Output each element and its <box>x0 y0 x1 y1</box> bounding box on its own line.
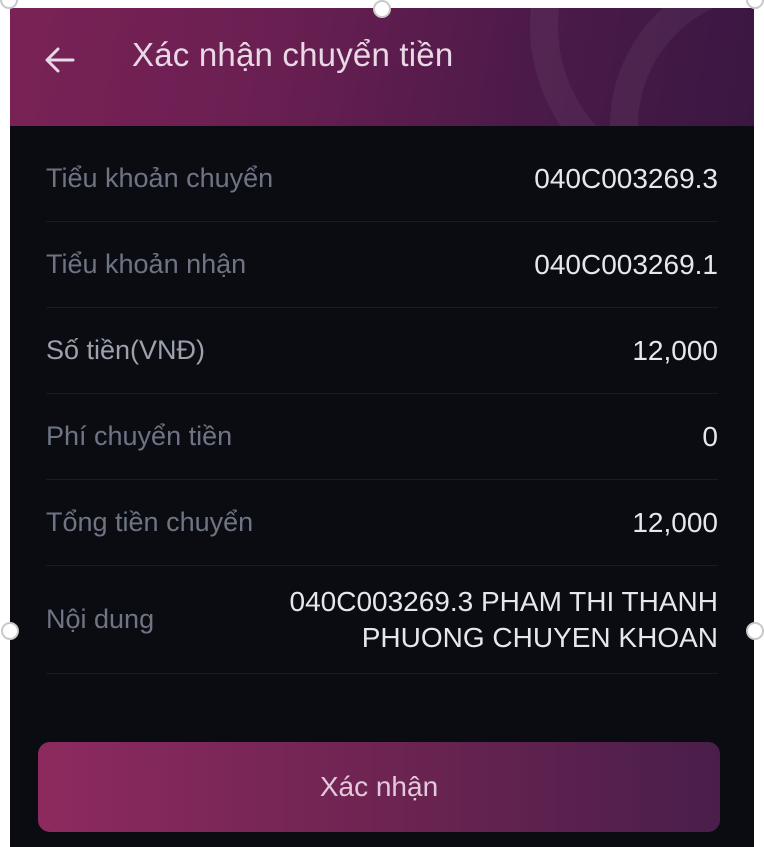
detail-row-fee: Phí chuyển tiền 0 <box>46 394 718 480</box>
detail-value: 0 <box>702 420 718 452</box>
detail-value: 040C003269.1 <box>534 248 718 280</box>
resize-handle-right[interactable] <box>746 622 764 640</box>
detail-value: 12,000 <box>632 506 718 538</box>
page-title: Xác nhận chuyển tiền <box>132 36 454 73</box>
resize-handle-left[interactable] <box>1 622 19 640</box>
confirm-button[interactable]: Xác nhận <box>38 742 720 832</box>
transfer-details: Tiểu khoản chuyển 040C003269.3 Tiểu khoả… <box>46 136 718 674</box>
back-button[interactable] <box>32 32 88 88</box>
arrow-left-icon <box>45 47 75 73</box>
detail-label: Tổng tiền chuyển <box>46 507 254 537</box>
resize-handle-top[interactable] <box>373 0 391 18</box>
detail-label: Số tiền(VNĐ) <box>46 335 206 365</box>
detail-label: Phí chuyển tiền <box>46 421 233 451</box>
detail-value: 040C003269.3 <box>534 162 718 194</box>
detail-label: Nội dung <box>46 604 155 634</box>
detail-row-source-account: Tiểu khoản chuyển 040C003269.3 <box>46 136 718 222</box>
detail-row-amount: Số tiền(VNĐ) 12,000 <box>46 308 718 394</box>
detail-row-target-account: Tiểu khoản nhận 040C003269.1 <box>46 222 718 308</box>
detail-label: Tiểu khoản nhận <box>46 249 247 279</box>
detail-label: Tiểu khoản chuyển <box>46 163 274 193</box>
detail-row-content: Nội dung 040C003269.3 PHAM THI THANH PHU… <box>46 566 718 674</box>
detail-row-total: Tổng tiền chuyển 12,000 <box>46 480 718 566</box>
detail-value: 040C003269.3 PHAM THI THANH PHUONG CHUYE… <box>289 585 719 653</box>
detail-value: 12,000 <box>632 334 718 366</box>
app-header: Xác nhận chuyển tiền <box>10 8 754 126</box>
transfer-confirm-screen: Xác nhận chuyển tiền Tiểu khoản chuyển 0… <box>10 8 754 847</box>
